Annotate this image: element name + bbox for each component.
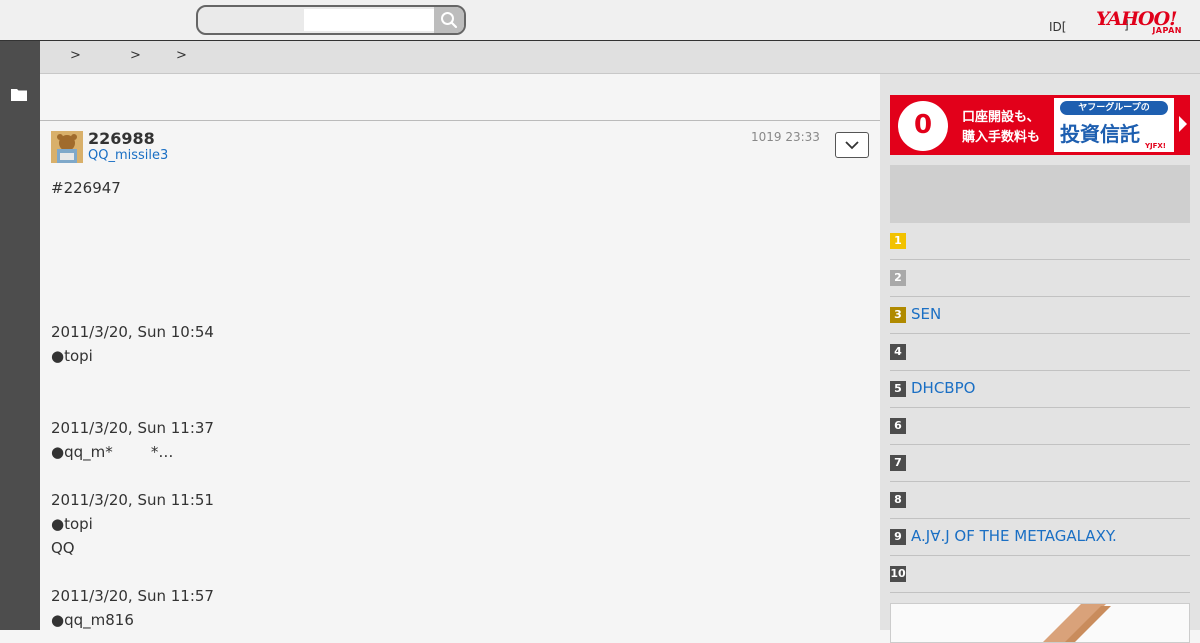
post-menu-button[interactable] [835,132,869,158]
post-date: 1019 23:33 [751,130,820,144]
post-line: 2011/3/20, Sun 11:57 [51,587,214,605]
post-line: 2011/3/20, Sun 10:54 [51,323,214,341]
rank-number-badge: 7 [890,455,906,471]
ad-banner[interactable]: 0 円 口座開設も、 購入手数料も ヤフーグループの 投資信託 YJFX! [890,95,1190,155]
rank-number-badge: 3 [890,307,906,323]
sidebar-image-card[interactable] [890,603,1190,643]
ranking-item[interactable]: 5 DHCBPO [890,371,1190,408]
ad-headline: 投資信託 [1060,122,1140,146]
rank-number-badge: 5 [890,381,906,397]
ranking-item[interactable]: 3 SEN [890,297,1190,334]
rank-number-badge: 9 [890,529,906,545]
ad-text-line2: 購入手数料も [962,130,1041,145]
post-line [51,296,214,320]
ranking-item[interactable]: 2 [890,260,1190,297]
right-sidebar: 0 円 口座開設も、 購入手数料も ヤフーグループの 投資信託 YJFX! 1 2… [880,74,1200,643]
message-post: 226988 QQ_missile3 1019 23:33 #226947 201… [40,122,880,632]
post-number: 226988 [88,129,155,148]
bear-avatar-icon [51,131,83,163]
post-line: 2011/3/20, Sun 11:37 [51,419,214,437]
rank-number-badge: 2 [890,270,906,286]
ad-right-panel: ヤフーグループの 投資信託 YJFX! [1054,98,1174,152]
post-line [51,272,214,296]
ranking-item[interactable]: 6 [890,408,1190,445]
post-line [51,248,214,272]
left-rail [0,41,40,630]
yahoo-japan-logo[interactable]: YAHOO! JAPAN [1096,10,1188,36]
post-line: ●topi [51,515,93,533]
ad-brand: YJFX! [1144,142,1166,150]
post-line [51,560,214,584]
rank-label[interactable]: DHCBPO [911,379,975,397]
post-line [51,200,214,224]
ranking-item[interactable]: 4 [890,334,1190,371]
ad-arrow-icon [1179,116,1187,132]
sidebar-heading-box [890,165,1190,223]
ranking-item[interactable]: 7 [890,445,1190,482]
breadcrumb: > > > [40,41,1200,74]
post-line [51,464,214,488]
ranking-item[interactable]: 9 A.J∀.J OF THE METAGALAXY. [890,519,1190,556]
post-line [51,224,214,248]
post-line [51,368,214,392]
rank-number-badge: 4 [890,344,906,360]
post-username-link[interactable]: QQ_missile3 [88,148,168,163]
ranking-item[interactable]: 10 [890,556,1190,593]
rank-number-badge: 1 [890,233,906,249]
ad-yen: 円 [930,126,941,139]
thread-header-area [40,74,880,121]
post-line: QQ [51,539,75,557]
search-icon [441,12,458,29]
post-line [51,392,214,416]
post-line: #226947 [51,179,121,197]
rank-number-badge: 10 [890,566,906,582]
logo-sub: JAPAN [1152,26,1182,35]
ad-text-line1: 口座開設も、 [962,110,1040,125]
search-box [196,5,466,35]
pencil-image-icon [891,604,1189,642]
ranking-list: 1 2 3 SEN 4 5 DHCBPO 6 7 8 9 A.J∀.J OF THE METAGALA… [890,223,1190,593]
folder-icon[interactable] [11,88,27,101]
breadcrumb-separator: > [70,48,81,63]
rank-number-badge: 8 [890,492,906,508]
post-body: #226947 2011/3/20, Sun 10:54 ●topi 2011/3/2… [51,176,214,632]
search-input[interactable] [304,9,434,31]
breadcrumb-separator: > [176,48,187,63]
chevron-down-icon [845,140,859,149]
rank-label[interactable]: A.J∀.J OF THE METAGALAXY. [911,527,1117,545]
rank-label[interactable]: SEN [911,305,941,323]
rank-number-badge: 6 [890,418,906,434]
ranking-item[interactable]: 8 [890,482,1190,519]
post-line: ●topi [51,347,93,365]
post-line: ●qq_m816 [51,611,134,629]
ranking-item[interactable]: 1 [890,223,1190,260]
top-header: ID[ ] YAHOO! JAPAN [0,0,1200,41]
avatar[interactable] [51,131,83,163]
search-button[interactable] [434,7,464,33]
id-label: ID[ [1049,20,1067,34]
ad-pill: ヤフーグループの [1060,101,1168,115]
post-line: ●qq_m* *… [51,443,174,461]
post-line: 2011/3/20, Sun 11:51 [51,491,214,509]
main-content: 226988 QQ_missile3 1019 23:33 #226947 201… [40,74,880,630]
breadcrumb-separator: > [130,48,141,63]
